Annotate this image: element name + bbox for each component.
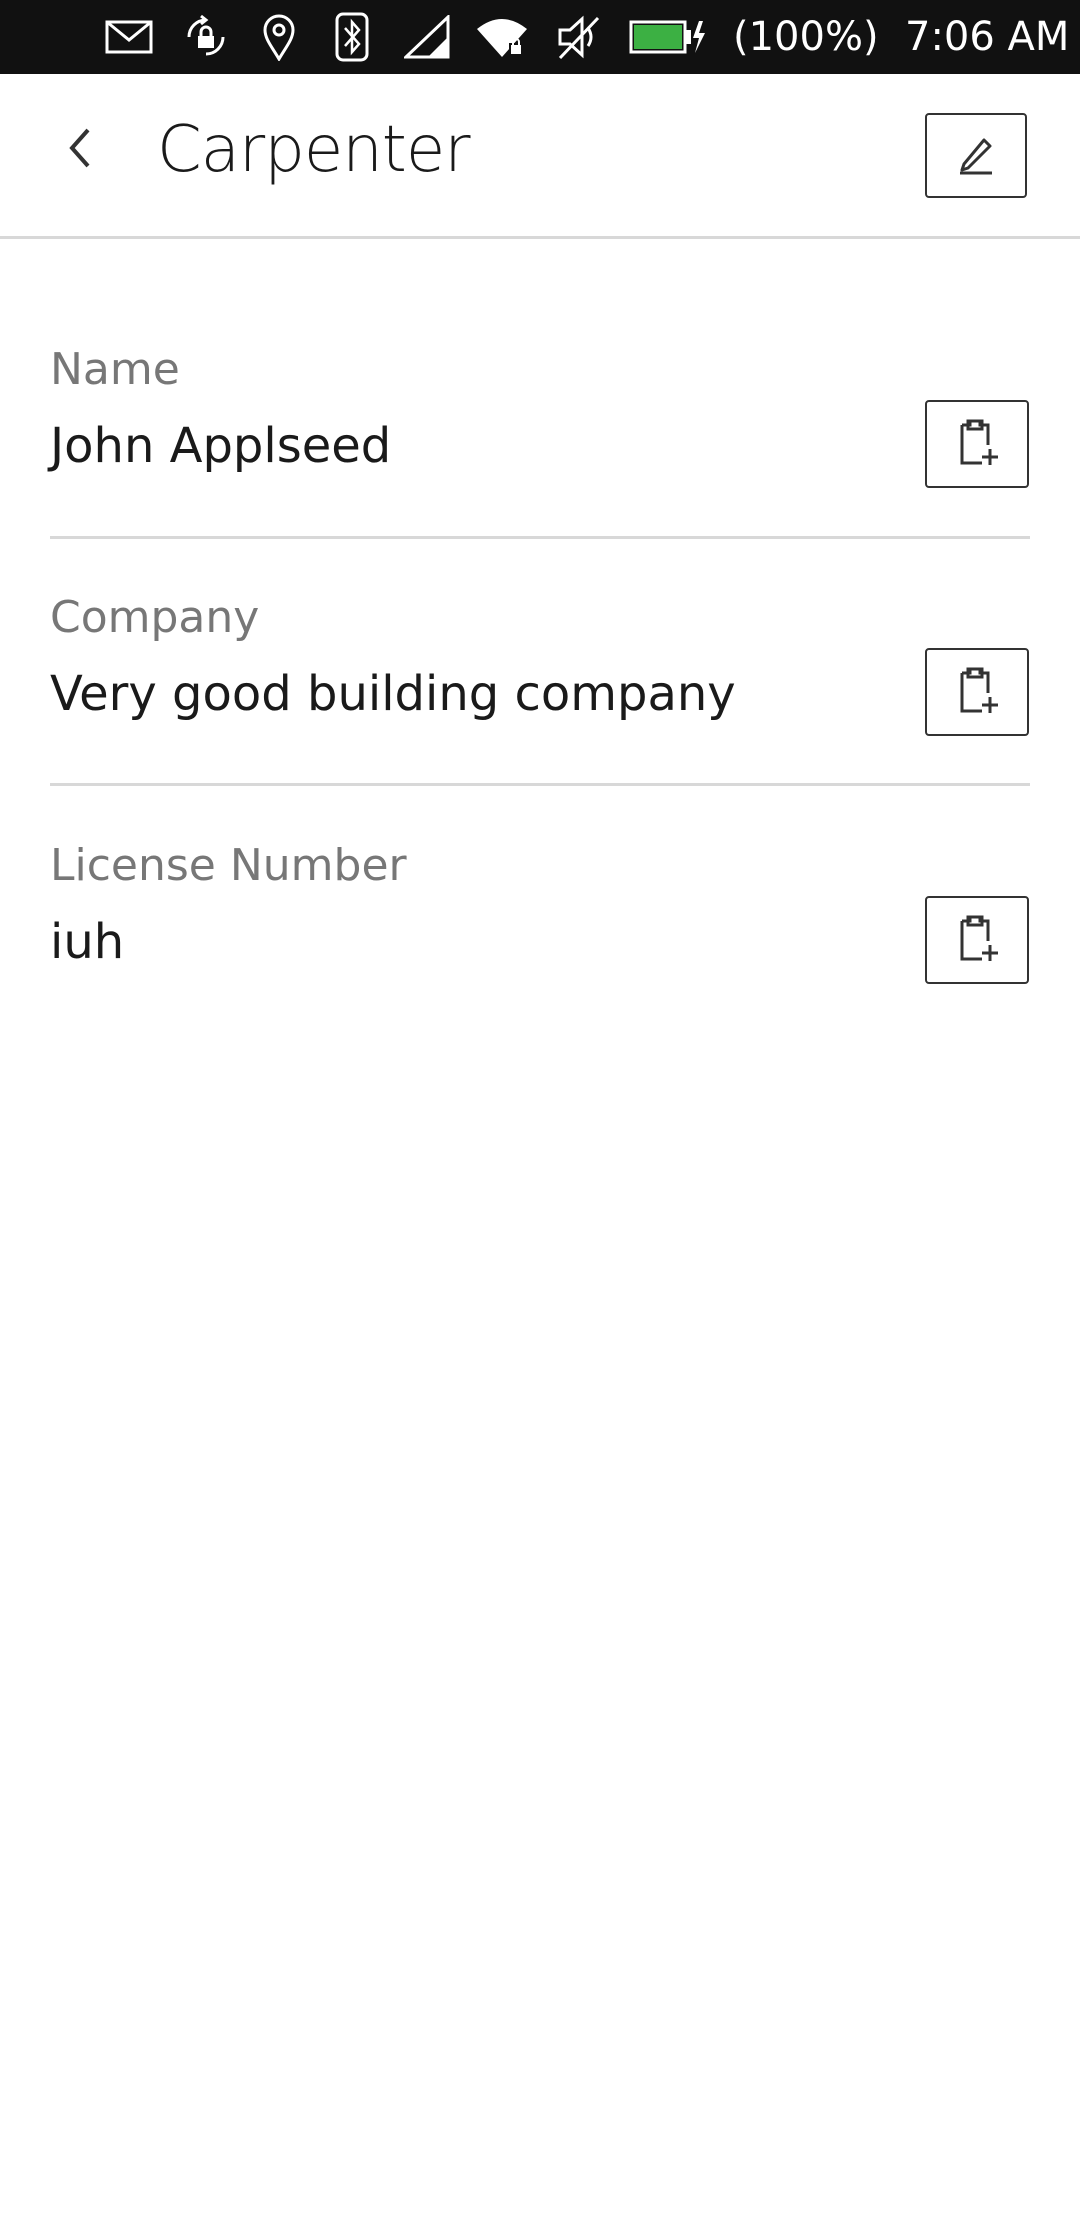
field-license-number: License Number iuh [50,826,1030,1074]
location-icon [260,0,298,74]
copy-license-number-button[interactable] [925,896,1029,984]
mute-icon [554,0,604,74]
field-company: Company Very good building company [50,578,1030,826]
field-value: John Applseed [50,418,392,474]
field-label: License Number [50,840,407,891]
mail-icon [102,0,156,74]
clipboard-add-icon [954,665,1000,719]
copy-name-button[interactable] [925,400,1029,488]
clipboard-add-icon [954,913,1000,967]
copy-company-button[interactable] [925,648,1029,736]
status-bar: (100%) 7:06 AM [0,0,1080,74]
clipboard-add-icon [954,417,1000,471]
battery-charging-icon [628,0,708,74]
field-value: iuh [50,914,125,970]
header-divider [0,236,1080,239]
divider [50,536,1030,539]
chevron-left-icon [60,124,100,176]
field-label: Name [50,344,180,395]
bluetooth-icon [332,0,372,74]
edit-button[interactable] [925,113,1027,198]
field-label: Company [50,592,260,643]
rotation-lock-icon [178,0,234,74]
back-button[interactable] [40,110,120,190]
field-name: Name John Applseed [50,330,1030,578]
wifi-icon [474,0,530,74]
divider [50,783,1030,786]
status-time: 7:06 AM [905,14,1070,60]
cellular-signal-icon [402,0,452,74]
pencil-icon [954,132,998,180]
field-value: Very good building company [50,666,736,722]
page-title: Carpenter [157,113,471,187]
battery-percentage: (100%) [733,14,879,60]
